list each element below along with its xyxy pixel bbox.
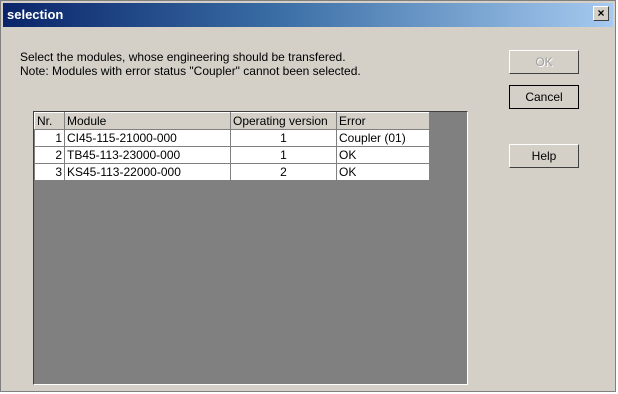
instruction-line-2: Note: Modules with error status "Coupler… xyxy=(20,64,361,78)
cell-error: OK xyxy=(336,163,430,181)
instruction-line-1: Select the modules, whose engineering sh… xyxy=(20,50,346,64)
cell-operating-version: 1 xyxy=(230,129,337,147)
cell-error: Coupler (01) xyxy=(336,129,430,147)
table-header-row: Nr. Module Operating version Error xyxy=(34,112,430,130)
column-header-operating-version[interactable]: Operating version xyxy=(230,112,337,130)
modules-table: Nr. Module Operating version Error 1 CI4… xyxy=(34,112,430,181)
table-row[interactable]: 2 TB45-113-23000-000 1 OK xyxy=(34,146,430,164)
column-header-nr[interactable]: Nr. xyxy=(34,112,65,130)
window-title: selection xyxy=(7,7,64,22)
table-row[interactable]: 3 KS45-113-22000-000 2 OK xyxy=(34,163,430,181)
cell-nr: 2 xyxy=(34,146,65,164)
column-header-module[interactable]: Module xyxy=(64,112,231,130)
title-bar[interactable]: selection × xyxy=(3,3,613,27)
cell-module: CI45-115-21000-000 xyxy=(64,129,231,147)
cell-module: TB45-113-23000-000 xyxy=(64,146,231,164)
close-icon: × xyxy=(597,6,605,20)
cell-operating-version: 2 xyxy=(230,163,337,181)
instructions-text: Select the modules, whose engineering sh… xyxy=(20,50,361,78)
table-row[interactable]: 1 CI45-115-21000-000 1 Coupler (01) xyxy=(34,129,430,147)
selection-dialog: selection × Select the modules, whose en… xyxy=(0,0,616,392)
cancel-button[interactable]: Cancel xyxy=(509,85,579,109)
ok-button[interactable]: OK xyxy=(509,50,579,74)
column-header-error[interactable]: Error xyxy=(336,112,430,130)
modules-grid[interactable]: Nr. Module Operating version Error 1 CI4… xyxy=(33,111,468,385)
cell-nr: 1 xyxy=(34,129,65,147)
cell-error: OK xyxy=(336,146,430,164)
cell-nr: 3 xyxy=(34,163,65,181)
cell-module: KS45-113-22000-000 xyxy=(64,163,231,181)
close-button[interactable]: × xyxy=(593,6,609,21)
help-button[interactable]: Help xyxy=(509,144,579,168)
cell-operating-version: 1 xyxy=(230,146,337,164)
